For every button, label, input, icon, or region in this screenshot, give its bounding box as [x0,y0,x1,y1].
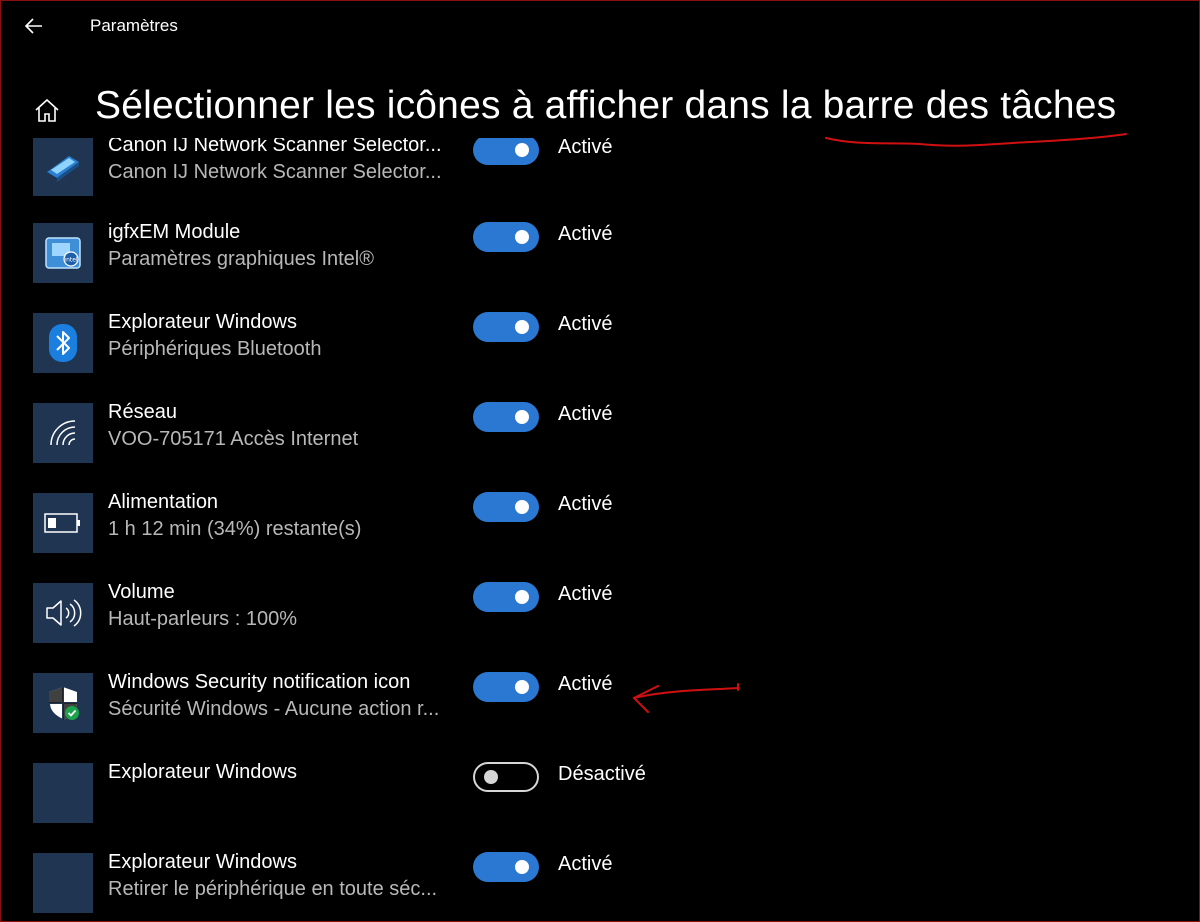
item-name: Explorateur Windows [108,851,297,873]
list-item: Windows Security notification icon Sécur… [33,671,933,733]
item-name: Volume [108,581,175,603]
toggle-state: Activé [558,136,613,158]
item-description: VOO-705171 Accès Internet [108,428,359,450]
toggle-state: Activé [558,223,613,245]
intel-graphics-icon: intel [33,223,93,283]
toggle-switch[interactable] [473,492,539,522]
list-item: Volume Haut-parleurs : 100% Activé [33,581,933,643]
item-description: 1 h 12 min (34%) restante(s) [108,518,362,540]
battery-icon [33,493,93,553]
blank-app-icon [33,763,93,823]
item-name: igfxEM Module [108,221,241,243]
toggle-state: Désactivé [558,763,646,785]
toggle-switch[interactable] [473,135,539,165]
item-description: Sécurité Windows - Aucune action r... [108,698,440,720]
toggle-state: Activé [558,583,613,605]
list-item: Explorateur Windows Retirer le périphéri… [33,851,933,913]
annotation-arrow [632,683,739,713]
toggle-switch[interactable] [473,402,539,432]
page-title: Sélectionner les icônes à afficher dans … [95,84,1117,130]
toggle-switch[interactable] [473,762,539,792]
item-description: Périphériques Bluetooth [108,338,322,360]
list-item: intel igfxEM Module Paramètres graphique… [33,221,933,283]
item-description: Retirer le périphérique en toute séc... [108,878,438,900]
toggle-switch[interactable] [473,312,539,342]
toggle-state: Activé [558,493,613,515]
item-name: Alimentation [108,491,219,513]
windows-security-icon [33,673,93,733]
speaker-icon [33,583,93,643]
toggle-switch[interactable] [473,672,539,702]
blank-app-icon [33,853,93,913]
item-description: Paramètres graphiques Intel® [108,248,374,270]
toggle-switch[interactable] [473,222,539,252]
svg-text:intel: intel [64,257,78,264]
list-item: Explorateur Windows Périphériques Blueto… [33,311,933,373]
home-icon[interactable] [32,95,62,125]
item-description: Haut-parleurs : 100% [108,608,297,630]
item-name: Réseau [108,401,177,423]
bluetooth-icon [33,313,93,373]
item-name: Explorateur Windows [108,311,297,333]
list-item: Alimentation 1 h 12 min (34%) restante(s… [33,491,933,553]
toggle-state: Activé [558,403,613,425]
list-item: Explorateur Windows Désactivé [33,761,933,823]
toggle-state: Activé [558,313,613,335]
item-name: Windows Security notification icon [108,671,411,693]
toggle-state: Activé [558,853,613,875]
list-item: Canon IJ Network Scanner Selector... Can… [33,134,933,196]
wifi-icon [33,403,93,463]
item-description: Canon IJ Network Scanner Selector... [108,161,442,183]
list-item: Réseau VOO-705171 Accès Internet Activé [33,401,933,463]
item-name: Explorateur Windows [108,761,297,783]
toggle-state: Activé [558,673,613,695]
scanner-icon [33,136,93,196]
annotation-underline [825,133,1127,147]
toggle-switch[interactable] [473,852,539,882]
toggle-switch[interactable] [473,582,539,612]
